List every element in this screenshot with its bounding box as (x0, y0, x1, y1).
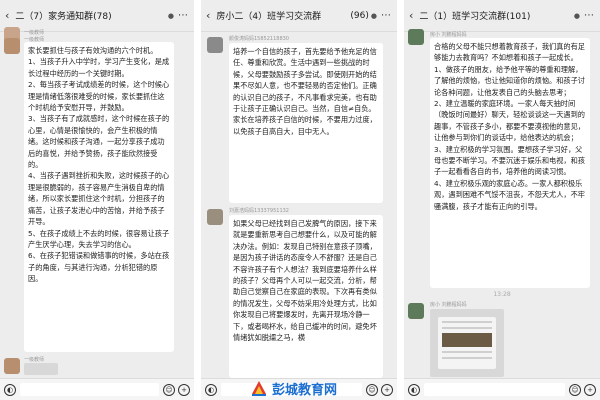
mute-icon: ● (370, 11, 377, 20)
back-arrow-icon[interactable]: ‹ (206, 9, 210, 22)
avatar[interactable] (207, 37, 223, 53)
message-text: 6、在孩子犯错误和做错事的时候，多站在孩子的角度，与其进行沟通，分析犯错的原因。 (28, 251, 170, 284)
input-bar: ◐ ☺ + (404, 378, 600, 400)
chat-panel-3: ‹ 二（1）班学习交流群(101) ● ⋯ 房小 刘鹏程妈妈 合格的父母不能只想… (404, 0, 600, 400)
chat-header: ‹ 房小二（4）班学习交流群 (96) ● ⋯ (201, 0, 397, 32)
sender-name: 一级教师 (24, 30, 45, 36)
avatar[interactable] (207, 209, 223, 225)
message-text: 1、做孩子的朋友，给予他平等的尊重和理解，了解他的烦恼，也让他知道你的烦恼。和孩… (434, 64, 585, 97)
avatar[interactable] (408, 303, 424, 319)
avatar[interactable] (408, 29, 424, 45)
plus-icon[interactable]: + (584, 383, 596, 396)
emoji-icon[interactable]: ☺ (163, 383, 175, 396)
emoji-icon[interactable]: ☺ (569, 383, 581, 396)
sender-name: 房小 刘鹏程妈妈 (430, 32, 467, 38)
message-text: 3、当孩子有了成就感时，这个时候在孩子的心里，心情是很愉快的，会产生积极的情绪。… (28, 114, 170, 170)
mute-icon: ● (167, 11, 174, 20)
message-text: 4、当孩子遇到挫折和失败，这时候孩子的心理是很脆弱的，孩子容易产生消极自卑的情绪… (28, 171, 170, 227)
input-bar: ◐ ☺ + (0, 378, 194, 400)
message-bubble[interactable]: 培养一个自信的孩子，首先要给予他充足的信任、尊重和欣赏。生活中遇到一些挑战的时候… (229, 43, 383, 203)
message-text: 3、建立积极的学习氛围。要想孩子学习好，父母也要不断学习。不要沉迷于娱乐和电视，… (434, 144, 585, 177)
avatar[interactable] (4, 358, 20, 374)
document-photo (438, 317, 496, 369)
more-options-icon[interactable]: ⋯ (584, 10, 595, 21)
plus-icon[interactable]: + (178, 383, 190, 396)
message-bubble[interactable]: 合格的父母不能只想着教育孩子，我们真的有足够能力去教育吗？不如想着和孩子一起成长… (430, 38, 590, 288)
message-text: 4、建立积极乐观的家庭心态。一家人都积极乐观，遇到困难不气馁不沮丧，不怨天尤人，… (434, 178, 585, 211)
message-text: 2、建立温暖的家庭环境。一家人每天抽时间（晚饭时间最好）聊天，轻松谈谈这一天遇到… (434, 99, 585, 143)
image-message[interactable] (24, 363, 58, 375)
mute-icon: ● (573, 11, 580, 20)
message-text: 2、每当孩子考试成绩差的时候，这个时候心理是情绪低落很难受的时候，家长要抓住这个… (28, 80, 170, 113)
sender-name: 房小 刘鹏程妈妈 (430, 302, 467, 308)
chat-body[interactable]: 房小 刘鹏程妈妈 合格的父母不能只想着教育孩子，我们真的有足够能力去教育吗？不如… (404, 29, 600, 378)
chat-title: 二（1）班学习交流群(101) (419, 12, 531, 22)
chat-panel-2: ‹ 房小二（4）班学习交流群 (96) ● ⋯ 颜俊涛妈妈15852118830… (201, 0, 397, 400)
chat-header: ‹ 二（7）家务通知群(78) ● ⋯ (0, 0, 194, 32)
voice-icon[interactable]: ◐ (4, 383, 16, 396)
avatar[interactable] (4, 38, 20, 54)
member-count: (96) (350, 10, 369, 21)
message-text: 如果父母已经找到自己发脾气的原因，接下来就是要重新思考自己想要什么，以及可能的解… (233, 219, 377, 343)
message-text: 家长要抓住与孩子有效沟通的六个时机。 (28, 46, 158, 55)
message-text: 1、当孩子升入中学时，学习产生变化，是成长过程中经历的一个关键时期。 (28, 57, 170, 78)
message-text: 5、在孩子成绩上不去的时候，很容易让孩子产生厌学心理，失去学习的信心。 (28, 228, 170, 249)
more-options-icon[interactable]: ⋯ (381, 10, 392, 21)
watermark: 彭城教育网 (250, 378, 375, 398)
watermark-logo-icon (250, 379, 268, 397)
image-message[interactable] (430, 309, 504, 377)
watermark-text: 彭城教育网 (272, 382, 338, 398)
back-arrow-icon[interactable]: ‹ (5, 9, 9, 22)
message-bubble[interactable]: 如果父母已经找到自己发脾气的原因，接下来就是要重新思考自己想要什么，以及可能的解… (229, 215, 383, 378)
message-text: 合格的父母不能只想着教育孩子，我们真的有足够能力去教育吗？不如想着和孩子一起成长… (434, 42, 585, 63)
sender-name: 刘嘉浩妈妈13337951132 (229, 208, 289, 214)
message-input[interactable] (424, 383, 565, 396)
chat-title: 二（7）家务通知群(78) (15, 12, 112, 22)
voice-icon[interactable]: ◐ (408, 383, 420, 396)
message-bubble[interactable]: 家长要抓住与孩子有效沟通的六个时机。 1、当孩子升入中学时，学习产生变化，是成长… (24, 42, 174, 352)
chat-title: 房小二（4）班学习交流群 (216, 12, 322, 22)
message-timestamp: 13:28 (493, 291, 511, 298)
chat-body[interactable]: 颜俊涛妈妈15852118830 培养一个自信的孩子，首先要给予他充足的信任、尊… (201, 33, 397, 378)
chat-panel-1: ‹ 二（7）家务通知群(78) ● ⋯ 一级教师 一级教师 家长要抓住与孩子有效… (0, 0, 194, 400)
sender-name: 颜俊涛妈妈15852118830 (229, 36, 289, 42)
plus-icon[interactable]: + (381, 383, 393, 396)
more-options-icon[interactable]: ⋯ (178, 10, 189, 21)
message-input[interactable] (20, 383, 159, 396)
voice-icon[interactable]: ◐ (205, 383, 217, 396)
back-arrow-icon[interactable]: ‹ (409, 9, 413, 22)
sender-name: 一级教师 (24, 357, 45, 363)
message-text: 培养一个自信的孩子，首先要给予他充足的信任、尊重和欣赏。生活中遇到一些挑战的时候… (233, 47, 377, 136)
chat-header: ‹ 二（1）班学习交流群(101) ● ⋯ (404, 0, 600, 32)
chat-body[interactable]: 一级教师 一级教师 家长要抓住与孩子有效沟通的六个时机。 1、当孩子升入中学时，… (0, 27, 194, 378)
